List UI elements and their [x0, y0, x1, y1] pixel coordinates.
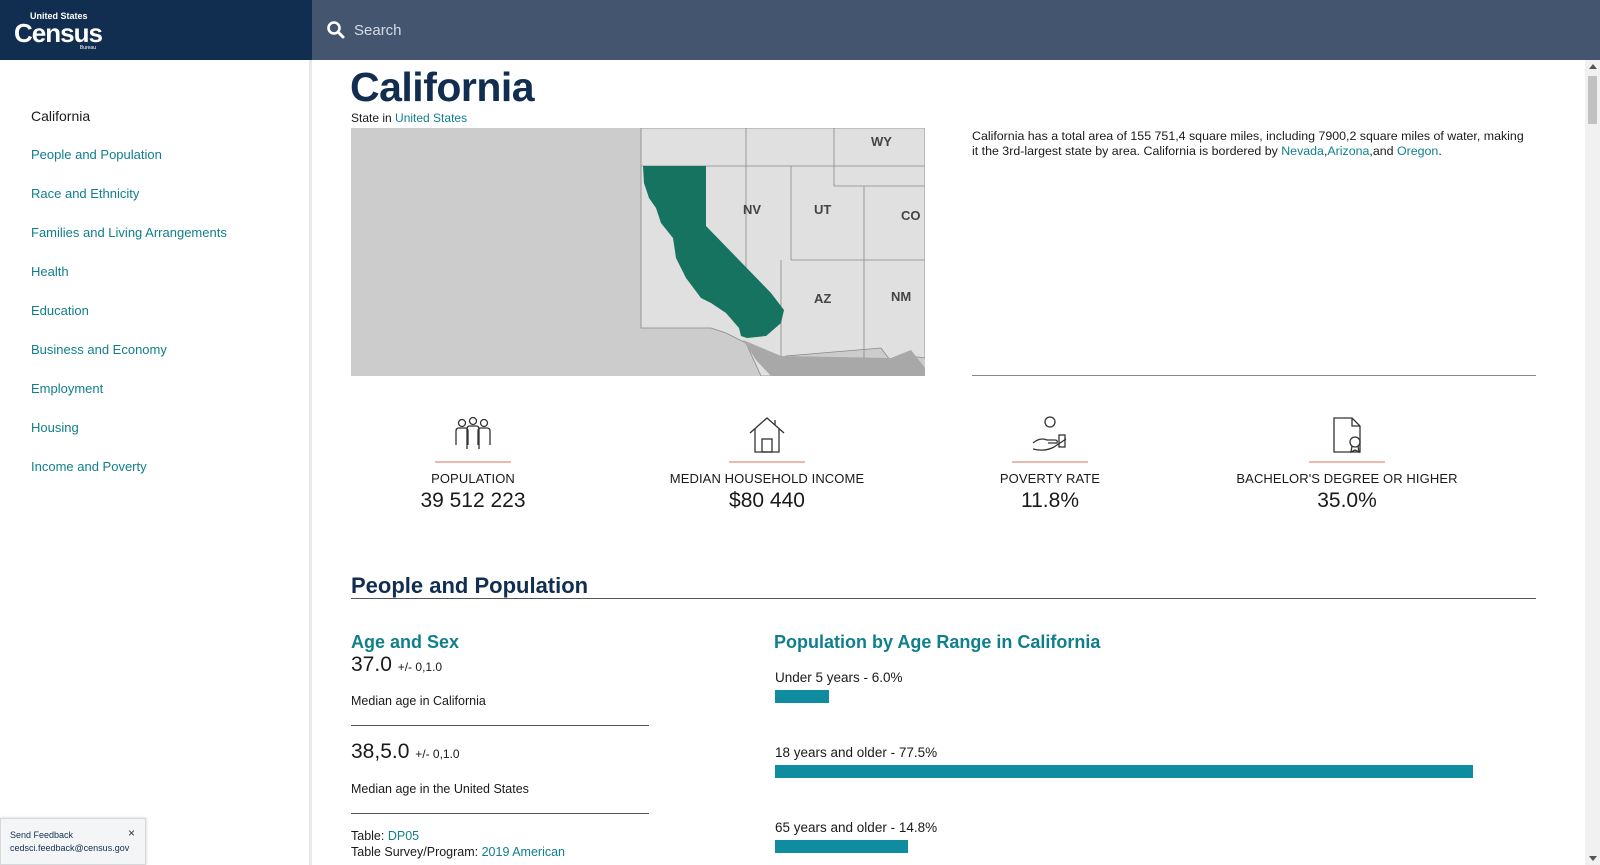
top-bar: United States Census Bureau [0, 0, 1600, 60]
sidebar: California People and Population Race an… [0, 60, 312, 865]
description-divider [972, 375, 1536, 376]
age-range-chart: Under 5 years - 6.0% 18 years and older -… [774, 660, 1494, 865]
section-divider [351, 598, 1536, 599]
page-scrollbar[interactable] [1585, 60, 1600, 865]
subtitle-prefix: State in [351, 111, 396, 125]
oregon-link[interactable]: Oregon [1397, 144, 1438, 158]
sidebar-item-health[interactable]: Health [0, 252, 309, 291]
median-age-us: 38,5.0 +/- 0,1.0 [351, 740, 460, 764]
feedback-title: Send Feedback [10, 830, 74, 840]
chart-bar-label: Under 5 years - 6.0% [775, 670, 903, 685]
median-age-ca-label: Median age in California [351, 694, 486, 708]
median-age-ca-moe: +/- 0,1.0 [397, 660, 443, 674]
median-age-ca: 37.0 +/- 0,1.0 [351, 653, 442, 677]
sidebar-item-families[interactable]: Families and Living Arrangements [0, 213, 309, 252]
stat-value: $80 440 [729, 489, 805, 512]
map-label-wy: WY [871, 134, 892, 149]
chart-bar[interactable] [775, 765, 1473, 778]
sidebar-item-income-and-poverty[interactable]: Income and Poverty [0, 447, 309, 486]
table-source: Table: DP05 [351, 829, 419, 843]
stat-label: MEDIAN HOUSEHOLD INCOME [669, 471, 865, 486]
age-sex-heading: Age and Sex [351, 632, 460, 652]
sidebar-nav-list: California People and Population Race an… [0, 60, 309, 486]
map-label-nv: NV [743, 202, 761, 217]
chart-bar[interactable] [775, 690, 829, 703]
scroll-down-arrow-icon[interactable] [1589, 856, 1597, 861]
sidebar-item-education[interactable]: Education [0, 291, 309, 330]
feedback-email[interactable]: cedsci.feedback@census.gov [10, 842, 145, 855]
stat-label: BACHELOR'S DEGREE OR HIGHER [1236, 471, 1458, 486]
median-age-us-label: Median age in the United States [351, 782, 529, 796]
people-icon [455, 416, 491, 449]
map-label-az: AZ [814, 291, 831, 306]
map-label-co: CO [901, 208, 921, 223]
united-states-link[interactable]: United States [395, 111, 467, 125]
main-content: California State in United States WY NV … [315, 60, 1585, 865]
close-icon[interactable]: × [128, 827, 135, 840]
search-bar [312, 0, 1600, 60]
chart-bar-label: 65 years and older - 14.8% [775, 820, 938, 835]
california-map[interactable]: WY NV UT CO AZ NM [351, 128, 925, 376]
chart-title: Population by Age Range in California [774, 632, 1101, 652]
survey-link[interactable]: 2019 American [482, 845, 565, 859]
stat-accent-bar [1012, 461, 1088, 463]
arizona-link[interactable]: Arizona [1327, 144, 1369, 158]
stat-accent-bar [729, 461, 805, 463]
chart-bar[interactable] [775, 840, 909, 853]
stat-median-household-income: MEDIAN HOUSEHOLD INCOME $80 440 [647, 415, 887, 513]
house-icon [749, 417, 785, 453]
search-icon[interactable] [326, 20, 346, 40]
sidebar-item-business-and-economy[interactable]: Business and Economy [0, 330, 309, 369]
logo-line3: Bureau [79, 45, 96, 51]
sidebar-item-california[interactable]: California [0, 96, 309, 135]
census-logo[interactable]: United States Census Bureau [14, 10, 103, 51]
table-dp05-link[interactable]: DP05 [388, 829, 419, 843]
search-input[interactable] [354, 21, 954, 39]
diploma-icon [1333, 417, 1361, 454]
hand-coin-icon [1032, 416, 1067, 451]
section-title-people: People and Population [351, 573, 589, 598]
sidebar-item-employment[interactable]: Employment [0, 369, 309, 408]
stat-poverty-rate: POVERTY RATE 11.8% [930, 415, 1170, 513]
sidebar-item-race-and-ethnicity[interactable]: Race and Ethnicity [0, 174, 309, 213]
chart-bar-label: 18 years and older - 77.5% [775, 745, 938, 760]
sidebar-item-people-and-population[interactable]: People and Population [0, 135, 309, 174]
description-end: . [1438, 144, 1442, 158]
sidebar-item-housing[interactable]: Housing [0, 408, 309, 447]
stat-label: POVERTY RATE [999, 471, 1101, 486]
table-survey: Table Survey/Program: 2019 American [351, 845, 565, 859]
stat-value: 11.8% [1021, 489, 1079, 512]
map-label-ut: UT [814, 202, 831, 217]
stat-label: POPULATION [431, 471, 515, 486]
census-logo-container[interactable]: United States Census Bureau [0, 0, 312, 60]
divider [351, 813, 649, 814]
map-label-nm: NM [891, 289, 911, 304]
scroll-up-arrow-icon[interactable] [1589, 64, 1597, 69]
median-age-us-moe: +/- 0,1.0 [415, 747, 460, 761]
divider [351, 725, 649, 726]
description-sep: ,and [1369, 144, 1397, 158]
median-age-ca-value: 37.0 [351, 653, 392, 676]
median-age-us-value: 38,5.0 [351, 740, 410, 763]
stat-value: 35.0% [1317, 489, 1377, 512]
table-label: Table: [351, 829, 388, 843]
stat-population: POPULATION 39 512 223 [353, 415, 593, 513]
stat-accent-bar [435, 461, 511, 463]
stat-value: 39 512 223 [420, 489, 526, 512]
page-subtitle: State in United States [351, 111, 467, 125]
survey-label: Table Survey/Program: [351, 845, 482, 859]
state-description: California has a total area of 155 751,4… [972, 129, 1532, 159]
stat-accent-bar [1309, 461, 1385, 463]
logo-line2: Census [14, 18, 103, 48]
page-title: California [350, 64, 535, 110]
scroll-thumb[interactable] [1588, 76, 1597, 124]
stat-bachelors-degree: BACHELOR'S DEGREE OR HIGHER 35.0% [1227, 415, 1467, 513]
feedback-widget[interactable]: Send Feedback cedsci.feedback@census.gov… [0, 818, 146, 865]
nevada-link[interactable]: Nevada [1281, 144, 1324, 158]
